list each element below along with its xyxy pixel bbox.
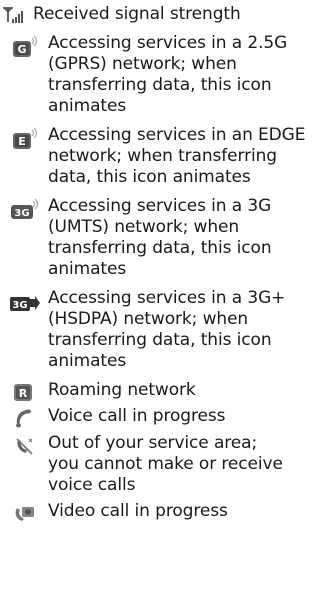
list-item: 3G Accessing services in a 3G (UMTS) net…: [0, 188, 314, 280]
list-item: Out of your service area; you cannot mak…: [0, 429, 314, 496]
umts-3g-network-icon: 3G: [0, 196, 48, 222]
svg-text:E: E: [18, 135, 26, 148]
list-item: E Accessing services in an EDGE network;…: [0, 117, 314, 188]
list-item: Received signal strength: [0, 0, 314, 25]
hsdpa-3g-plus-network-icon: 3G: [0, 288, 48, 314]
list-item: Voice call in progress: [0, 403, 314, 429]
list-item-text: Video call in progress: [48, 501, 228, 521]
list-item-text: Out of your service area; you cannot mak…: [48, 433, 283, 495]
no-service-icon: [0, 433, 48, 457]
svg-text:G: G: [17, 43, 26, 56]
gprs-network-icon: G: [0, 33, 48, 59]
video-call-icon: [0, 501, 48, 524]
voice-call-icon: [0, 406, 48, 429]
roaming-network-icon: R: [0, 380, 48, 403]
svg-text:R: R: [19, 387, 28, 400]
list-item-text: Roaming network: [48, 380, 196, 400]
svg-text:3G: 3G: [12, 300, 27, 311]
list-item: Video call in progress: [0, 496, 314, 524]
list-item-text: Accessing services in a 3G (UMTS) networ…: [48, 196, 272, 279]
list-item-text: Accessing services in a 3G+ (HSDPA) netw…: [48, 288, 286, 371]
list-item-text: Received signal strength: [33, 4, 241, 24]
status-icon-legend: Received signal strength G Accessing ser…: [0, 0, 314, 598]
edge-network-icon: E: [0, 125, 48, 151]
list-item: R Roaming network: [0, 372, 314, 403]
signal-strength-icon: [1, 4, 29, 24]
list-item-text: Accessing services in an EDGE network; w…: [48, 125, 306, 187]
svg-text:3G: 3G: [14, 208, 29, 219]
list-item-text: Accessing services in a 2.5G (GPRS) netw…: [48, 33, 288, 116]
list-item-text: Voice call in progress: [48, 406, 226, 426]
list-item: G Accessing services in a 2.5G (GPRS) ne…: [0, 25, 314, 117]
list-item: 3G Accessing services in a 3G+ (HSDPA) n…: [0, 280, 314, 372]
